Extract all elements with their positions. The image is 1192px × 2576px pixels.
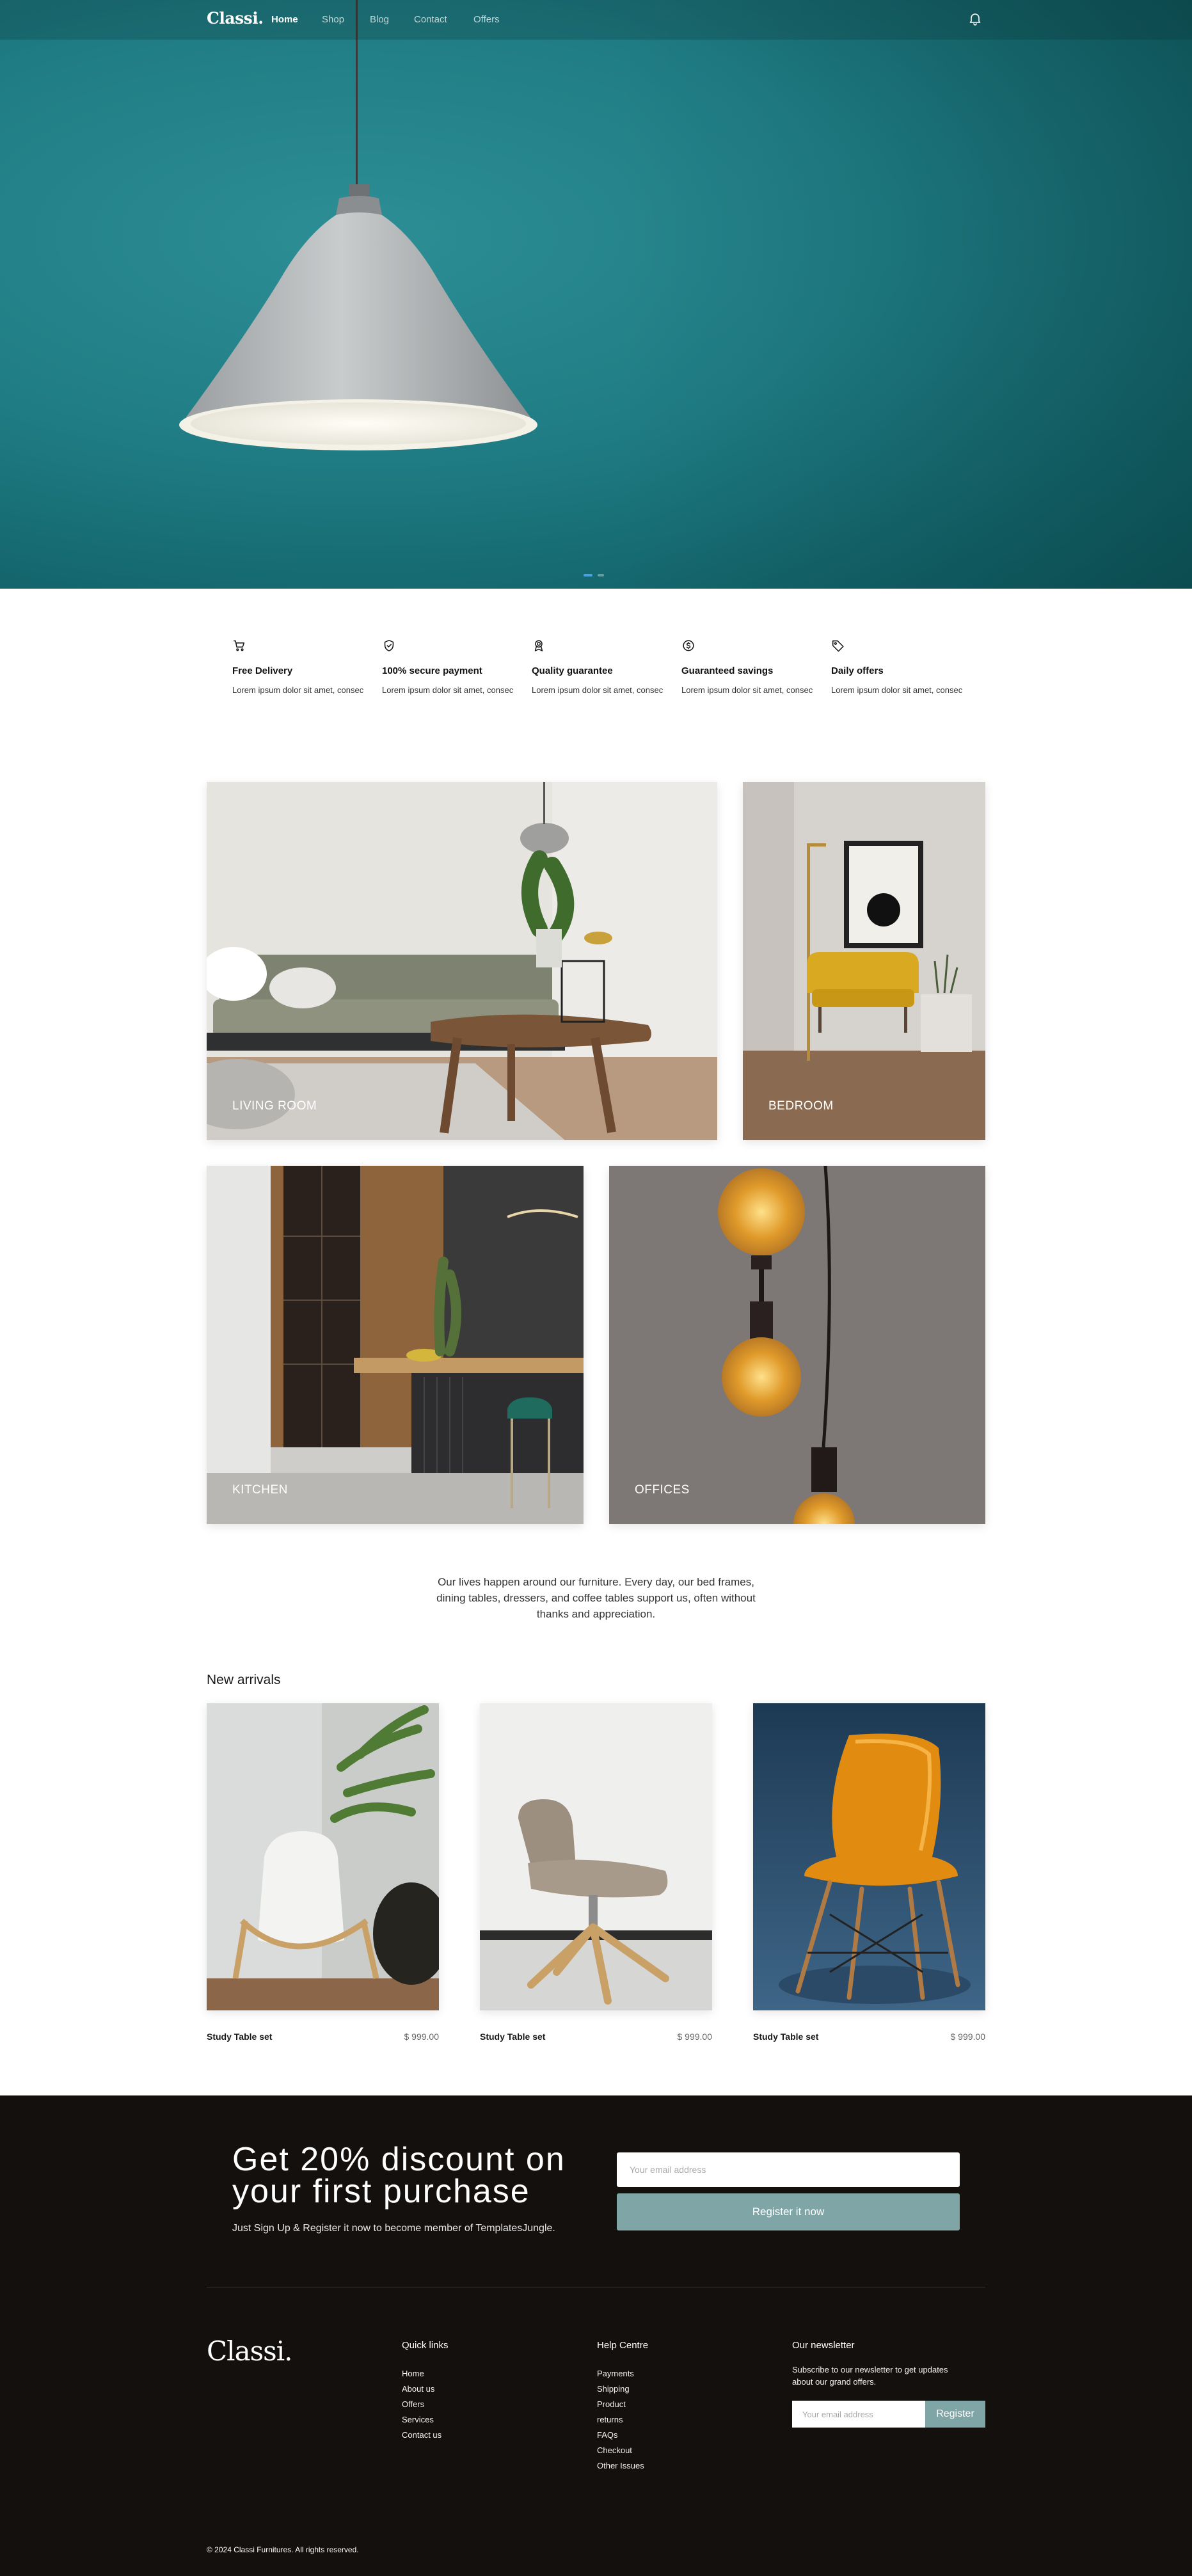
category-living-room[interactable]: LIVING ROOM xyxy=(207,782,717,1140)
quick-links-list: Home About us Offers Services Contact us xyxy=(402,2366,441,2443)
promo-subtitle: Just Sign Up & Register it now to become… xyxy=(232,2223,555,2234)
shield-check-icon xyxy=(384,640,394,651)
promo-title-line-2: your first purchase xyxy=(232,2173,530,2210)
product-card[interactable]: Study Table set $ 999.00 xyxy=(207,1703,439,2042)
feature-free-delivery: Free Delivery Lorem ipsum dolor sit amet… xyxy=(232,639,367,697)
feature-quality-guarantee: Quality guarantee Lorem ipsum dolor sit … xyxy=(532,639,666,697)
feature-guaranteed-savings: Guaranteed savings Lorem ipsum dolor sit… xyxy=(681,639,816,697)
hero-banner: Classi. Home Shop Blog Contact Offers xyxy=(0,0,1192,589)
category-label: KITCHEN xyxy=(232,1483,288,1497)
footer-link-other-issues[interactable]: Other Issues xyxy=(597,2458,644,2474)
product-image[interactable] xyxy=(480,1703,712,2010)
new-arrivals-title: New arrivals xyxy=(207,1673,281,1687)
product-price: $ 999.00 xyxy=(404,2031,440,2042)
feature-secure-payment: 100% secure payment Lorem ipsum dolor si… xyxy=(382,639,516,697)
quick-links-title: Quick links xyxy=(402,2340,449,2351)
footer-link-faqs[interactable]: FAQs xyxy=(597,2428,644,2443)
hero-slider-dots xyxy=(584,574,604,576)
footer-link-about[interactable]: About us xyxy=(402,2381,441,2397)
help-centre-list: Payments Shipping Product returns FAQs C… xyxy=(597,2366,644,2474)
category-offices[interactable]: OFFICES xyxy=(609,1166,985,1524)
white-lounge-chair-image xyxy=(207,1703,439,2010)
product-name[interactable]: Study Table set xyxy=(753,2031,818,2042)
orange-shell-chair-image xyxy=(753,1703,985,2010)
product-card[interactable]: Study Table set $ 999.00 xyxy=(480,1703,712,2042)
nav-shop[interactable]: Shop xyxy=(322,14,344,25)
kitchen-image xyxy=(207,1166,584,1524)
footer-link-product[interactable]: Product xyxy=(597,2397,644,2412)
feature-title: Quality guarantee xyxy=(532,665,613,676)
product-price: $ 999.00 xyxy=(950,2031,986,2042)
copyright-text: © 2024 Classi Furnitures. All rights res… xyxy=(207,2545,359,2554)
product-image[interactable] xyxy=(753,1703,985,2010)
category-label: LIVING ROOM xyxy=(232,1099,317,1113)
nav-offers[interactable]: Offers xyxy=(473,14,500,25)
product-card[interactable]: Study Table set $ 999.00 xyxy=(753,1703,985,2042)
nav-contact[interactable]: Contact xyxy=(414,14,447,25)
slider-dot-active[interactable] xyxy=(584,574,592,576)
feature-text: Lorem ipsum dolor sit amet, consectetur … xyxy=(831,685,962,695)
product-image[interactable] xyxy=(207,1703,439,2010)
living-room-image xyxy=(207,782,717,1140)
hero-shade xyxy=(616,0,1192,589)
feature-text: Lorem ipsum dolor sit amet, consectetur … xyxy=(382,685,513,695)
register-now-button[interactable]: Register it now xyxy=(617,2193,960,2230)
offices-image xyxy=(609,1166,985,1524)
feature-title: 100% secure payment xyxy=(382,665,482,676)
nav-blog[interactable]: Blog xyxy=(370,14,389,25)
coin-icon xyxy=(683,640,694,651)
product-name[interactable]: Study Table set xyxy=(480,2031,545,2042)
newsletter-text: Subscribe to our newsletter to get updat… xyxy=(792,2365,948,2387)
feature-text: Lorem ipsum dolor sit amet, consectetur … xyxy=(232,685,363,695)
beige-swivel-chair-image xyxy=(480,1703,712,2010)
help-centre-title: Help Centre xyxy=(597,2340,649,2351)
product-price: $ 999.00 xyxy=(677,2031,713,2042)
brand-logo[interactable]: Classi. xyxy=(207,9,264,28)
footer-link-payments[interactable]: Payments xyxy=(597,2366,644,2381)
category-bedroom[interactable]: BEDROOM xyxy=(743,782,985,1140)
category-label: BEDROOM xyxy=(768,1099,834,1113)
footer-link-returns[interactable]: returns xyxy=(597,2412,644,2428)
feature-text: Lorem ipsum dolor sit amet, consectetur … xyxy=(681,685,813,695)
top-navbar: Classi. Home Shop Blog Contact Offers xyxy=(0,0,1192,40)
tag-icon xyxy=(832,640,844,652)
category-kitchen[interactable]: KITCHEN xyxy=(207,1166,584,1524)
feature-title: Free Delivery xyxy=(232,665,293,676)
award-icon xyxy=(534,640,543,651)
footer-link-offers[interactable]: Offers xyxy=(402,2397,441,2412)
bedroom-image xyxy=(743,782,985,1140)
brand-quote: Our lives happen around our furniture. E… xyxy=(436,1576,756,1620)
feature-title: Daily offers xyxy=(831,665,884,676)
footer-link-checkout[interactable]: Checkout xyxy=(597,2443,644,2458)
newsletter-email-input[interactable] xyxy=(792,2401,925,2428)
category-label: OFFICES xyxy=(635,1483,690,1497)
newsletter-title: Our newsletter xyxy=(792,2340,855,2351)
footer-logo[interactable]: Classi. xyxy=(207,2335,292,2367)
pendant-lamp-image xyxy=(179,184,537,450)
footer-link-home[interactable]: Home xyxy=(402,2366,441,2381)
newsletter-register-button[interactable]: Register xyxy=(925,2401,985,2428)
cart-icon xyxy=(234,640,245,651)
promo-title: Get 20% discount on your first purchase xyxy=(232,2143,616,2210)
footer-link-services[interactable]: Services xyxy=(402,2412,441,2428)
product-name[interactable]: Study Table set xyxy=(207,2031,272,2042)
promo-email-input[interactable] xyxy=(617,2152,960,2187)
feature-title: Guaranteed savings xyxy=(681,665,774,676)
feature-daily-offers: Daily offers Lorem ipsum dolor sit amet,… xyxy=(831,639,966,697)
nav-home[interactable]: Home xyxy=(271,14,298,25)
slider-dot[interactable] xyxy=(598,574,604,576)
feature-text: Lorem ipsum dolor sit amet, consectetur … xyxy=(532,685,663,695)
footer-link-contact[interactable]: Contact us xyxy=(402,2428,441,2443)
footer-link-shipping[interactable]: Shipping xyxy=(597,2381,644,2397)
bell-icon[interactable] xyxy=(967,11,983,26)
